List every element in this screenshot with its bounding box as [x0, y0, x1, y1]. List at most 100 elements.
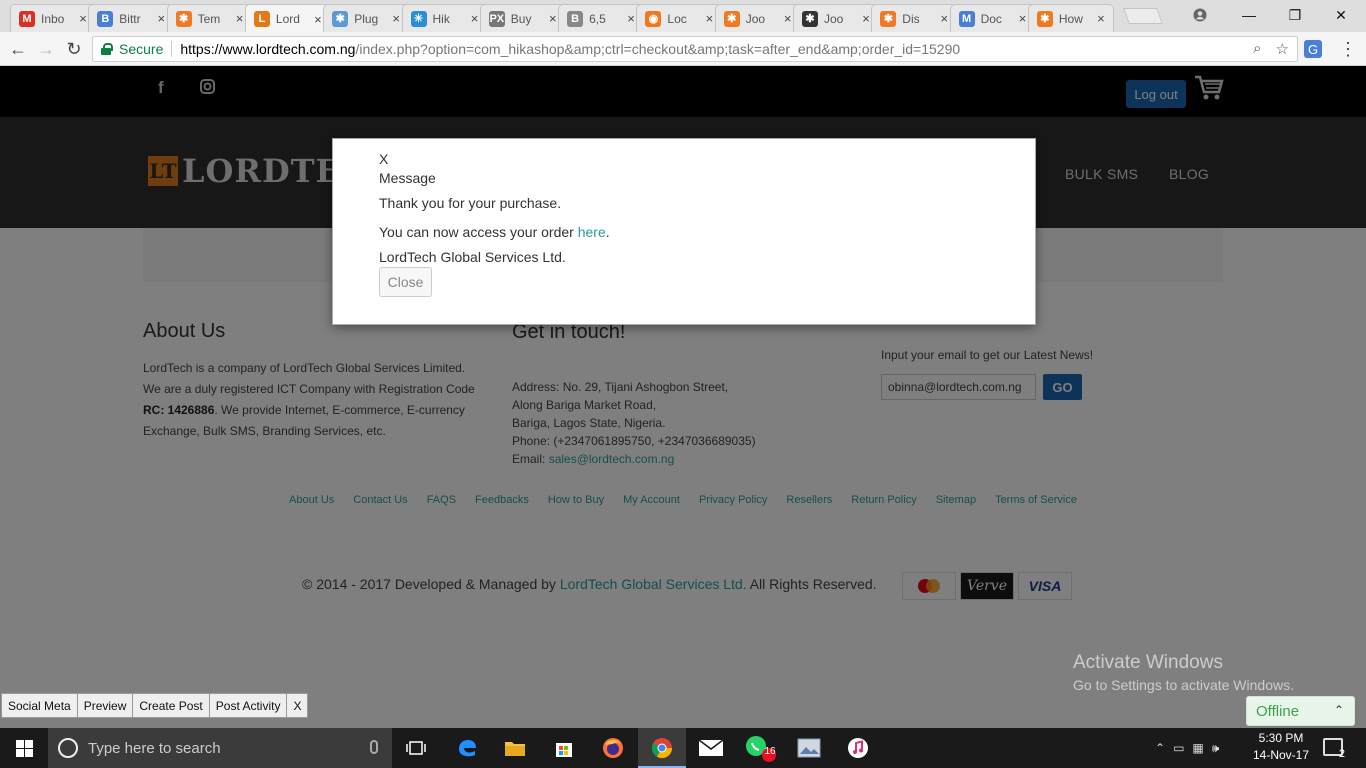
forward-button[interactable]: →: [34, 37, 58, 61]
clock-date: 14-Nov-17: [1252, 748, 1310, 762]
modal-close-x[interactable]: X: [379, 151, 1035, 167]
social-toolbar-button[interactable]: Create Post: [132, 693, 210, 718]
tab-strip: M Inbo × B Bittr × ✱ Tem × L Lord × ✱ Plug × ✳ Hik × PX Buy…: [0, 0, 1366, 33]
browser-tab[interactable]: M Doc ×: [949, 4, 1036, 32]
whatsapp-badge: 16: [764, 746, 776, 757]
taskbar-clock[interactable]: 5:30 PM 14-Nov-17: [1252, 730, 1310, 764]
tab-label: Hik: [432, 11, 450, 26]
browser-tab[interactable]: B Bittr ×: [88, 4, 175, 32]
tab-close-icon[interactable]: ×: [390, 11, 402, 26]
browser-tab[interactable]: ✱ Joo ×: [714, 4, 801, 32]
notification-center-icon[interactable]: 2: [1323, 738, 1345, 760]
tab-label: Lord: [275, 12, 300, 26]
reload-button[interactable]: ↻: [62, 37, 86, 61]
photo-app-icon[interactable]: [785, 728, 833, 768]
tab-close-icon[interactable]: ×: [1095, 11, 1107, 26]
clock-time: 5:30 PM: [1258, 731, 1304, 745]
tab-close-icon[interactable]: ×: [703, 11, 715, 26]
battery-icon[interactable]: ▭: [1173, 741, 1184, 755]
watermark-subtitle: Go to Settings to activate Windows.: [1073, 677, 1294, 693]
modal-close-button[interactable]: Close: [379, 267, 432, 297]
access-text: .: [605, 224, 610, 240]
browser-tab[interactable]: ✱ Joo ×: [793, 4, 879, 32]
joomla-icon: ✱: [1036, 10, 1053, 27]
browser-tab[interactable]: ◉ Loc ×: [636, 4, 723, 32]
store-icon[interactable]: [540, 728, 588, 768]
edge-icon[interactable]: [443, 728, 491, 768]
mail-icon[interactable]: [687, 728, 735, 768]
tab-close-icon[interactable]: ×: [860, 11, 872, 26]
offline-label: Offline: [1256, 702, 1300, 720]
browser-tab[interactable]: L Lord ×: [244, 4, 331, 33]
translate-extension-icon[interactable]: G: [1304, 40, 1322, 58]
network-icon[interactable]: ▦: [1192, 741, 1203, 755]
browser-tab[interactable]: B 6,5 ×: [558, 4, 645, 32]
offline-widget[interactable]: Offline ⌃: [1246, 696, 1355, 726]
tab-close-icon[interactable]: ×: [312, 12, 324, 27]
menu-icon[interactable]: ⋮: [1336, 37, 1360, 61]
social-toolbar-button[interactable]: X: [286, 693, 309, 718]
profile-icon[interactable]: [1177, 0, 1223, 30]
task-view-icon[interactable]: [392, 728, 440, 768]
file-explorer-icon[interactable]: [491, 728, 539, 768]
doc-icon: M: [958, 10, 975, 27]
tab-close-icon[interactable]: ×: [469, 11, 481, 26]
tab-close-icon[interactable]: ×: [625, 11, 637, 26]
social-toolbar-button[interactable]: Social Meta: [1, 693, 78, 718]
taskbar-search[interactable]: Type here to search: [48, 728, 392, 768]
browser-tab[interactable]: PX Buy ×: [479, 4, 566, 32]
social-toolbar-button[interactable]: Preview: [76, 693, 134, 718]
browser-tab[interactable]: M Inbo ×: [10, 4, 96, 32]
browser-tab[interactable]: ✱ Plug ×: [323, 4, 410, 32]
chevron-up-icon[interactable]: ⌃: [1155, 741, 1165, 755]
tab-label: Loc: [667, 11, 687, 26]
tab-label: Dis: [902, 11, 920, 26]
tab-close-icon[interactable]: ×: [1017, 11, 1029, 26]
tab-close-icon[interactable]: ×: [155, 11, 167, 26]
itunes-icon[interactable]: [834, 728, 882, 768]
maximize-button[interactable]: ❐: [1272, 0, 1318, 30]
whatsapp-icon[interactable]: 16: [736, 728, 784, 768]
browser-tab[interactable]: ✳ Hik ×: [401, 4, 488, 32]
back-button[interactable]: ←: [6, 37, 30, 61]
hikashop-icon: ✳: [410, 10, 427, 27]
volume-icon[interactable]: 🕪: [1212, 741, 1220, 756]
browser-tab[interactable]: ✱ How ×: [1027, 4, 1114, 32]
minimize-button[interactable]: —: [1226, 0, 1272, 30]
secure-label: Secure: [119, 41, 164, 57]
joomla-icon: ◉: [645, 10, 662, 27]
tab-label: Joo: [824, 11, 844, 26]
social-toolbar-button[interactable]: Post Activity: [208, 693, 288, 718]
new-tab-button[interactable]: [1123, 8, 1163, 24]
chevron-up-icon[interactable]: ⌃: [1334, 703, 1344, 717]
windows-taskbar: Type here to search 16 ⌃ ▭ ▦ 🕪 5:30 PM 1…: [0, 728, 1366, 768]
tab-close-icon[interactable]: ×: [547, 11, 559, 26]
bitcoin-icon: B: [567, 10, 584, 27]
system-tray: ⌃ ▭ ▦ 🕪: [1155, 728, 1219, 768]
tab-close-icon[interactable]: ×: [234, 11, 246, 26]
joomla-icon: ✱: [880, 10, 897, 27]
order-link[interactable]: here: [578, 224, 606, 240]
microphone-icon[interactable]: [370, 740, 378, 754]
joomla-icon: ✱: [723, 10, 740, 27]
cortana-icon: [58, 738, 78, 758]
modal-title: Message: [379, 170, 436, 186]
address-bar[interactable]: Secure https://www.lordtech.com.ng /inde…: [92, 36, 1298, 62]
tab-close-icon[interactable]: ×: [77, 11, 89, 26]
tab-label: Inbo: [41, 11, 65, 26]
tab-close-icon[interactable]: ×: [938, 11, 950, 26]
tab-close-icon[interactable]: ×: [782, 11, 794, 26]
modal-access-line: You can now access your order here.: [379, 223, 1035, 241]
tab-label: Plug: [354, 11, 379, 26]
activate-windows-watermark: Activate Windows Go to Settings to activ…: [1073, 652, 1294, 693]
firefox-icon[interactable]: [589, 728, 637, 768]
gmail-icon: M: [19, 10, 35, 27]
chrome-icon[interactable]: [638, 728, 686, 768]
bookmark-star-icon[interactable]: ☆: [1276, 40, 1289, 58]
social-toolbar: Social Meta Preview Create Post Post Activi…: [1, 693, 309, 718]
zoom-icon[interactable]: ⌕: [1253, 40, 1261, 58]
browser-tab[interactable]: ✱ Tem ×: [166, 4, 253, 32]
windows-start-icon[interactable]: [0, 728, 48, 768]
browser-tab[interactable]: ✱ Dis ×: [871, 4, 958, 32]
close-window-button[interactable]: ✕: [1318, 0, 1364, 30]
